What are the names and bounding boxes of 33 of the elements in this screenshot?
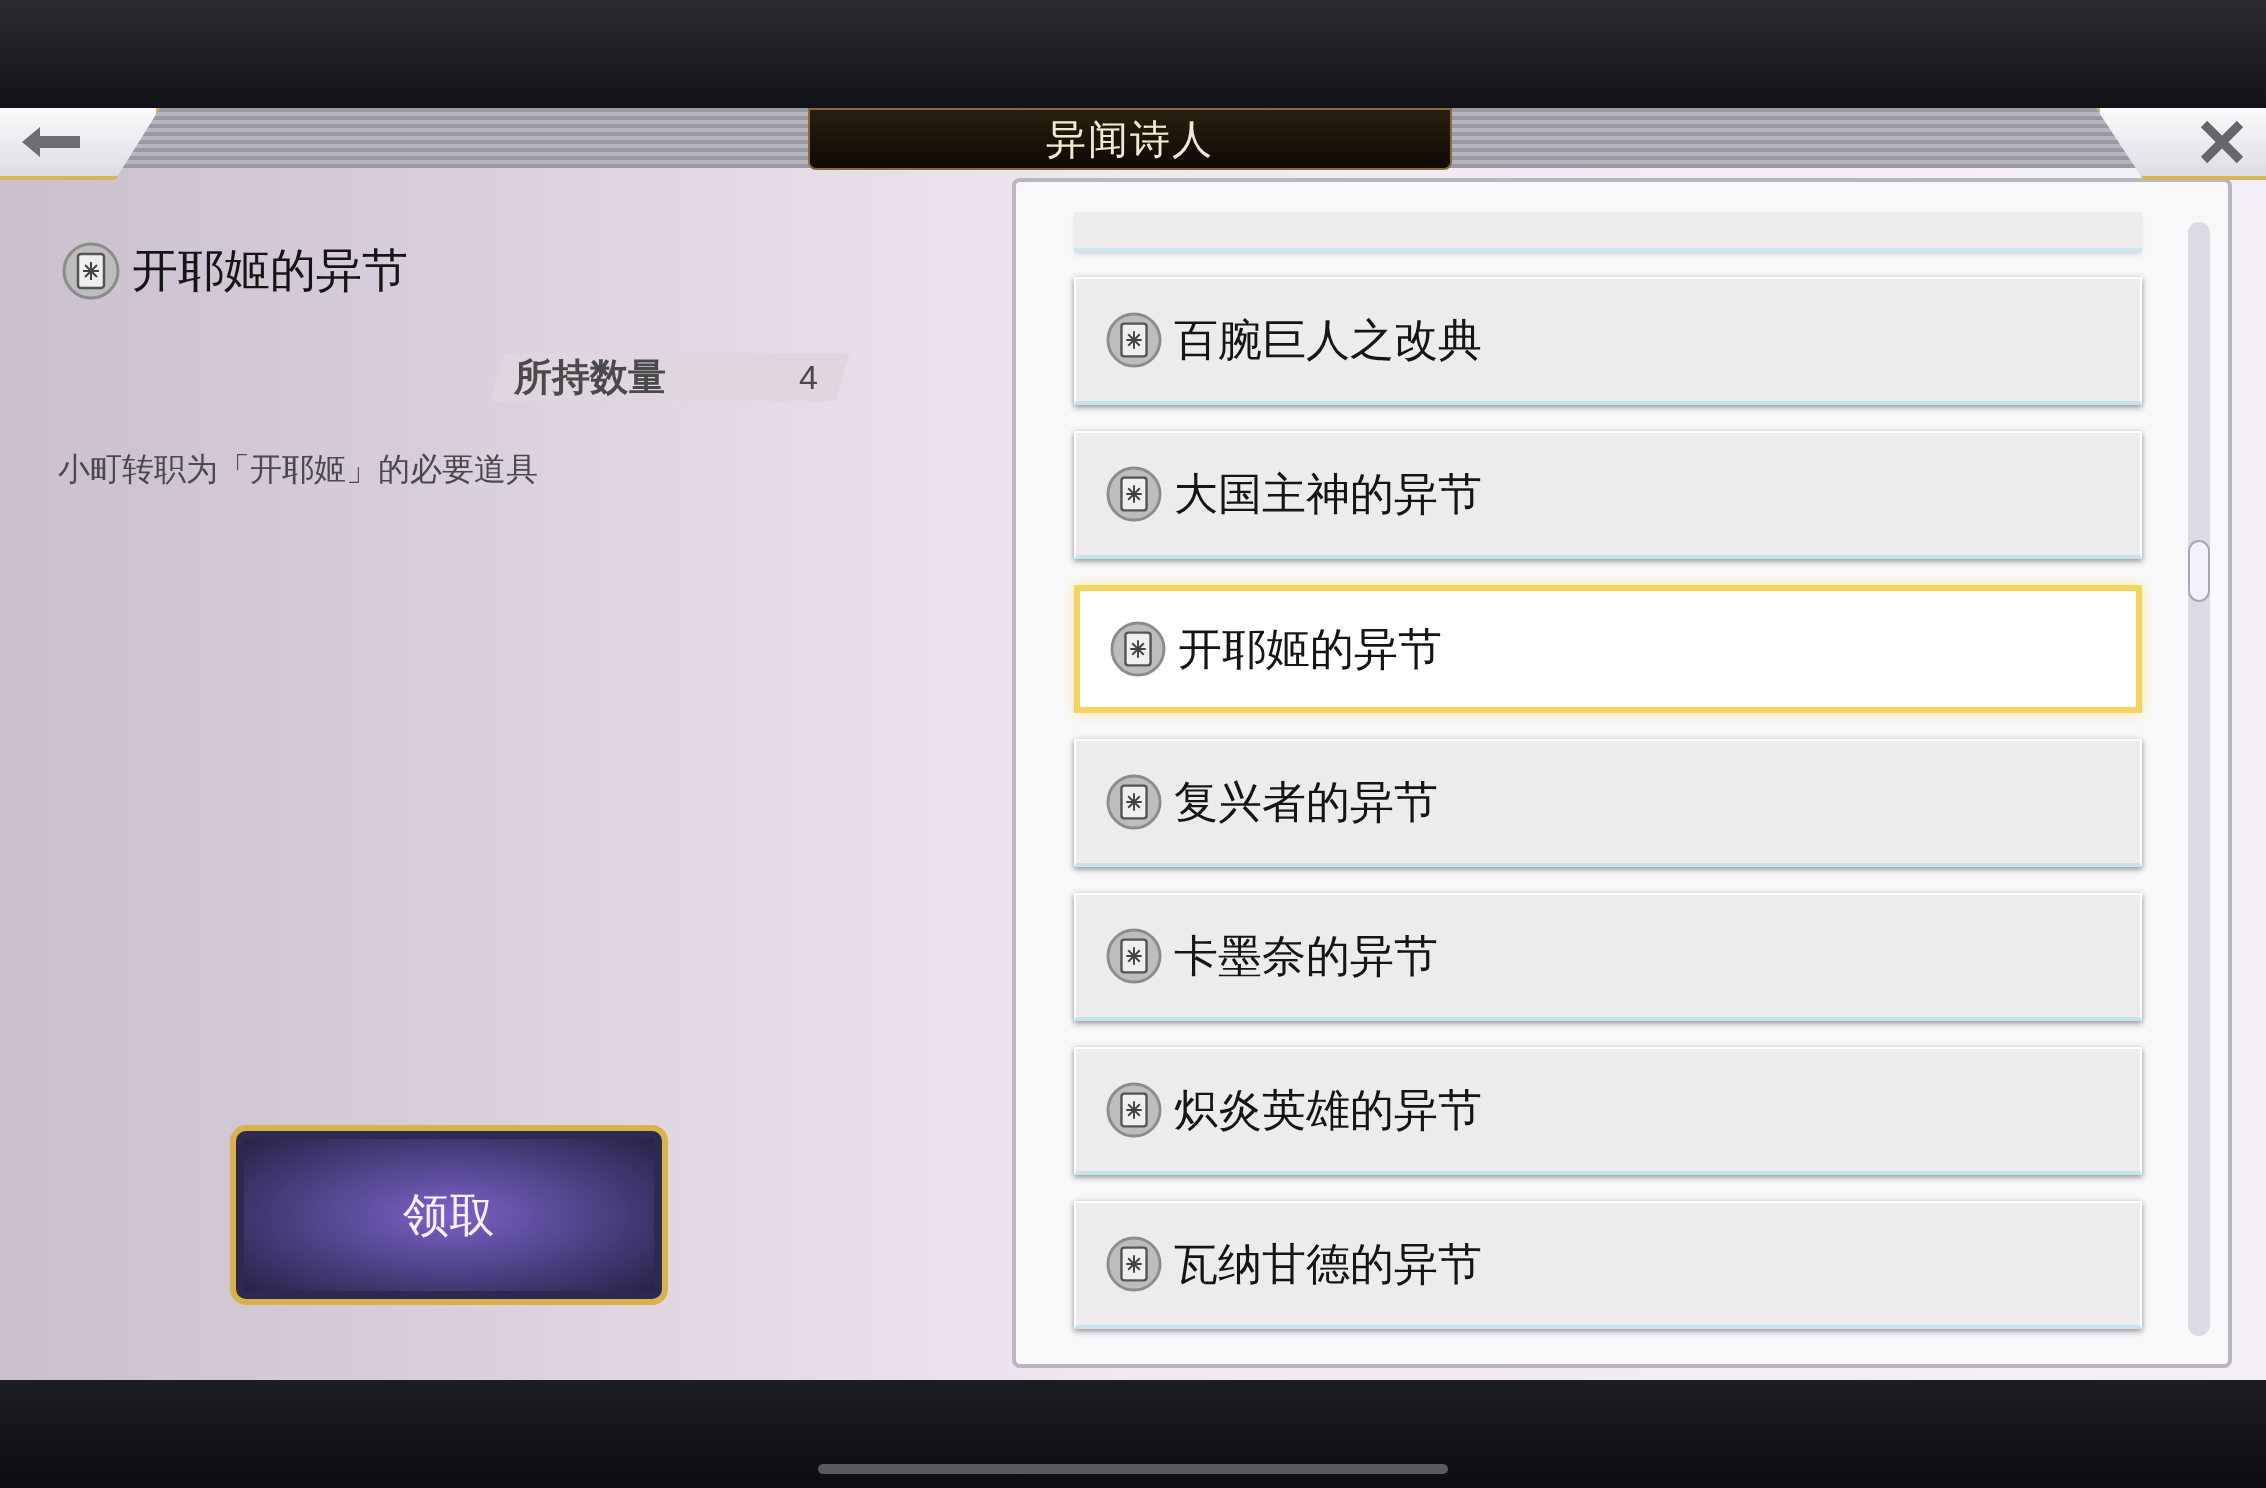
item-label: 百腕巨人之改典 — [1174, 314, 1482, 366]
claim-button[interactable]: 领取 — [230, 1125, 668, 1305]
list-item[interactable]: 炽炎英雄的异节 — [1074, 1047, 2142, 1175]
close-icon — [2198, 120, 2246, 164]
item-description: 小町转职为「开耶姬」的必要道具 — [58, 450, 539, 489]
item-label: 炽炎英雄的异节 — [1174, 1084, 1482, 1136]
book-icon — [1106, 774, 1162, 830]
list-item[interactable]: 百腕巨人之改典 — [1074, 277, 2142, 405]
list-item[interactable]: 瓦纳甘德的异节 — [1074, 1201, 2142, 1329]
item-label: 瓦纳甘德的异节 — [1174, 1238, 1482, 1290]
book-icon — [1106, 466, 1162, 522]
item-label: 复兴者的异节 — [1174, 776, 1438, 828]
quantity-label: 所持数量 — [514, 354, 666, 400]
list-item[interactable]: 复兴者的异节 — [1074, 739, 2142, 867]
back-arrow-icon — [20, 125, 82, 159]
close-button[interactable] — [2096, 108, 2266, 180]
list-item[interactable]: 开耶姬的异节 — [1074, 585, 2142, 713]
back-button[interactable] — [0, 108, 160, 180]
screen-title: 异闻诗人 — [1046, 116, 1214, 163]
book-icon — [62, 241, 120, 300]
book-icon — [1106, 928, 1162, 984]
item-label: 开耶姬的异节 — [1178, 623, 1442, 675]
item-name: 开耶姬的异节 — [132, 243, 408, 298]
book-icon — [1106, 1236, 1162, 1292]
book-icon — [1106, 1082, 1162, 1138]
list-item[interactable]: 大国主神的异节 — [1074, 431, 2142, 559]
scrollbar-thumb[interactable] — [2188, 540, 2210, 602]
list-item[interactable]: 卡墨奈的异节 — [1074, 893, 2142, 1021]
quantity-value: 4 — [799, 356, 818, 398]
book-icon — [1106, 312, 1162, 368]
item-label: 大国主神的异节 — [1174, 468, 1482, 520]
book-icon — [1110, 621, 1166, 677]
item-label: 卡墨奈的异节 — [1174, 930, 1438, 982]
